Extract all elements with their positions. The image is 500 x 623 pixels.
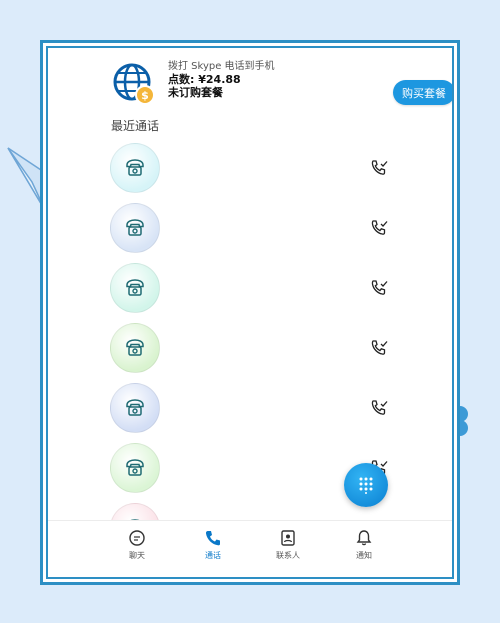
contact-avatar xyxy=(110,443,160,493)
telephone-icon xyxy=(126,399,144,416)
telephone-icon xyxy=(126,339,144,356)
buy-plan-button[interactable]: 购买套餐 xyxy=(393,80,452,105)
call-back-icon[interactable] xyxy=(368,277,390,299)
dialpad-button[interactable] xyxy=(344,463,388,507)
dialpad-icon xyxy=(359,477,373,494)
telephone-icon xyxy=(126,219,144,236)
telephone-icon xyxy=(126,279,144,296)
chat-bubble-icon xyxy=(129,530,145,546)
call-back-icon[interactable] xyxy=(368,217,390,239)
tab-notifications[interactable]: 通知 xyxy=(339,529,389,569)
credit-balance: 点数: ¥24.88 xyxy=(168,73,241,86)
call-back-icon[interactable] xyxy=(368,337,390,359)
contact-avatar xyxy=(110,383,160,433)
phone-icon xyxy=(205,531,220,546)
contact-avatar xyxy=(110,263,160,313)
recent-call-row[interactable] xyxy=(110,383,410,435)
call-back-icon[interactable] xyxy=(368,157,390,179)
contact-avatar xyxy=(110,143,160,193)
tab-notifications-label: 通知 xyxy=(356,551,372,560)
telephone-icon xyxy=(126,459,144,476)
promo-text: 拨打 Skype 电话到手机 点数: ¥24.88 未订购套餐 xyxy=(168,60,275,99)
svg-text:$: $ xyxy=(141,89,149,102)
recent-calls-title: 最近通话 xyxy=(111,119,160,133)
app-screen: $ 拨打 Skype 电话到手机 点数: ¥24.88 未订购套餐 购买套餐 最… xyxy=(46,46,454,579)
bell-icon xyxy=(356,530,372,546)
promo-line-1: 拨打 Skype 电话到手机 xyxy=(168,61,275,72)
subscription-status: 未订购套餐 xyxy=(168,86,223,99)
telephone-icon xyxy=(126,159,144,176)
tab-chat[interactable]: 聊天 xyxy=(112,529,162,569)
skype-credit-header: $ 拨打 Skype 电话到手机 点数: ¥24.88 未订购套餐 购买套餐 xyxy=(112,60,452,112)
contact-avatar xyxy=(110,323,160,373)
tab-chat-label: 聊天 xyxy=(129,551,145,560)
tab-calls[interactable]: 通话 xyxy=(188,529,238,569)
recent-call-row[interactable] xyxy=(110,323,410,375)
contact-avatar xyxy=(110,203,160,253)
tab-calls-label: 通话 xyxy=(205,551,221,560)
recent-call-row[interactable] xyxy=(110,203,410,255)
tab-contacts-label: 联系人 xyxy=(276,551,300,560)
contacts-book-icon xyxy=(281,530,295,546)
recent-call-row[interactable] xyxy=(110,263,410,315)
call-back-icon[interactable] xyxy=(368,397,390,419)
globe-credit-icon: $ xyxy=(113,63,155,105)
recent-call-row[interactable] xyxy=(110,143,410,195)
bottom-tab-bar: 聊天 通话 联系人 通知 xyxy=(48,520,452,577)
tab-contacts[interactable]: 联系人 xyxy=(263,529,313,569)
